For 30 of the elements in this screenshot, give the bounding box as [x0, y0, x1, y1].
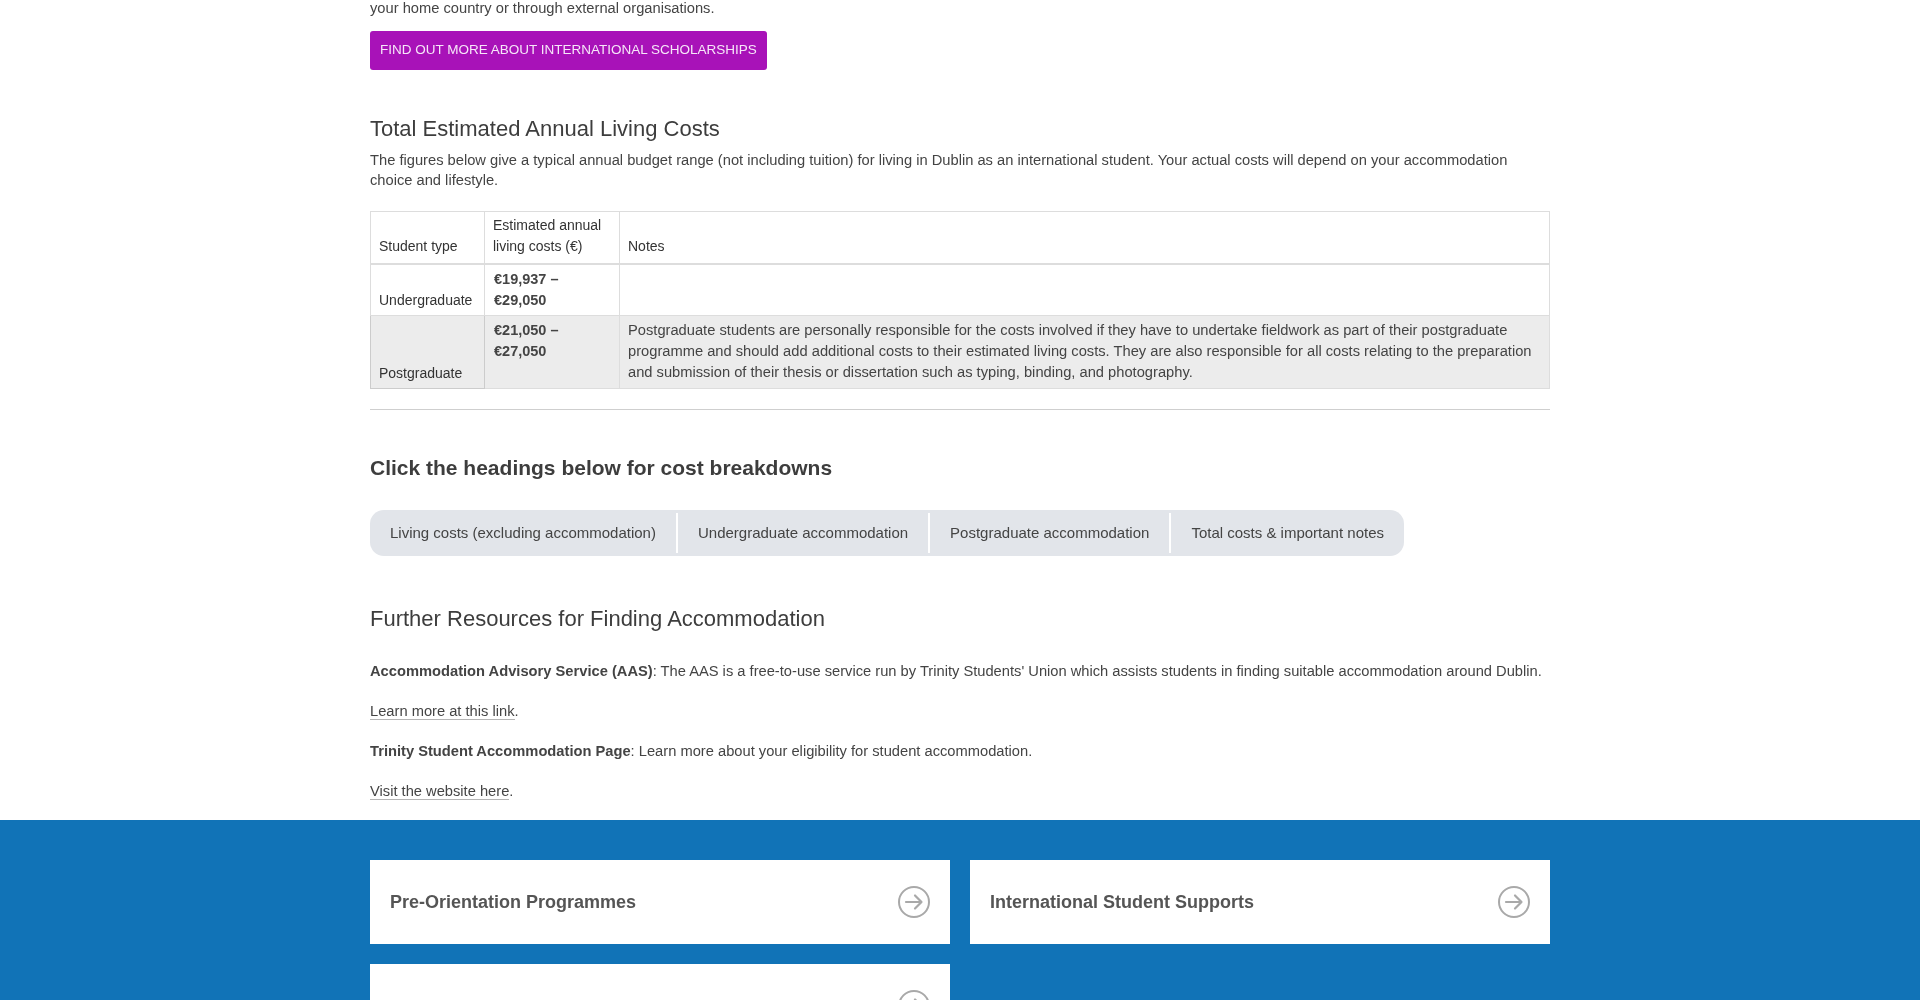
- section-description: The figures below give a typical annual budget range (not including tuition) for living in Dublin as an international student. Your actual costs will depend on your accommodation choice and lifestyle.: [370, 151, 1509, 190]
- table-cell: €21,050 – €27,050: [484, 315, 620, 389]
- arrow-circle-icon: [898, 886, 930, 918]
- resource-description: Accommodation Advisory Service (AAS): The AAS is a free-to-use service run by Trinity Students' Union which assists students in finding suitable accommodation around Dublin.: [370, 662, 1542, 681]
- link-card[interactable]: [370, 964, 950, 1000]
- column-header: Student type: [370, 211, 485, 264]
- table-cell: Postgraduate students are personally responsible for the costs involved if they have to undertake fieldwork as part of their postgraduate programme and should add additional costs to their estimated living costs. They are also responsible for all costs relating to the preparation and submission of their thesis or dissertation such as typing, binding, and photography.: [619, 315, 1550, 389]
- text-link[interactable]: Learn more at this link: [370, 703, 515, 720]
- section-heading: Click the headings below for cost breakdowns: [370, 455, 833, 481]
- table-cell: €19,937 – €29,050: [484, 263, 620, 316]
- tab[interactable]: Postgraduate accommodation: [930, 510, 1170, 556]
- tab[interactable]: Living costs (excluding accommodation): [370, 510, 676, 556]
- section-heading: Total Estimated Annual Living Costs: [370, 115, 720, 143]
- card-title: International Student Supports: [990, 890, 1254, 914]
- intro-text: your home country or through external organisations.: [370, 0, 715, 16]
- link-sentence: Learn more at this link.: [370, 702, 519, 721]
- resource-description: Trinity Student Accommodation Page: Learn more about your eligibility for student accommodation.: [370, 742, 1033, 761]
- link-sentence: Visit the website here.: [370, 782, 514, 801]
- link-card[interactable]: Pre-Orientation Programmes: [370, 860, 950, 944]
- column-header: Estimated annual living costs (€): [484, 211, 620, 264]
- row-header-cell: Postgraduate: [370, 315, 485, 389]
- tab[interactable]: Total costs & important notes: [1171, 510, 1404, 556]
- tab[interactable]: Undergraduate accommodation: [677, 510, 929, 556]
- arrow-circle-icon: [1498, 886, 1530, 918]
- scholarships-button[interactable]: FIND OUT MORE ABOUT INTERNATIONAL SCHOLARSHIPS: [370, 31, 767, 70]
- link-card[interactable]: International Student Supports: [970, 860, 1550, 944]
- row-header-cell: Undergraduate: [370, 263, 485, 316]
- card-title: Pre-Orientation Programmes: [390, 890, 637, 914]
- column-header: Notes: [619, 211, 1550, 264]
- section-heading: Further Resources for Finding Accommodation: [370, 605, 825, 633]
